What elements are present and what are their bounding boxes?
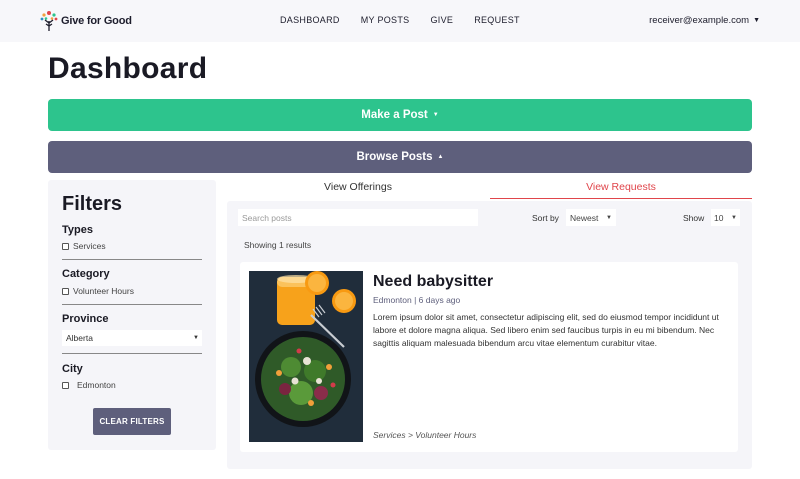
browse-posts-label: Browse Posts [356, 151, 433, 163]
filters-panel: Filters Types Services Category Voluntee… [48, 180, 216, 450]
post-image [249, 271, 363, 442]
make-post-button[interactable]: Make a Post ▼ [48, 99, 752, 131]
chevron-down-icon: ▼ [606, 214, 612, 221]
brand-logo[interactable]: Give for Good [40, 9, 132, 33]
show-label: Show [683, 213, 705, 223]
tree-logo-icon [40, 11, 58, 31]
nav-dashboard[interactable]: DASHBOARD [280, 15, 340, 25]
divider [62, 304, 202, 305]
results-panel: Sort by Newest ▼ Show 10 ▼ Showing 1 res… [227, 201, 752, 469]
caret-up-icon: ▲ [437, 154, 444, 160]
tab-view-offerings[interactable]: View Offerings [227, 178, 489, 199]
salad-photo-icon [249, 271, 363, 442]
divider [62, 259, 202, 260]
user-email: receiver@example.com [649, 15, 750, 26]
checkbox[interactable] [62, 242, 69, 250]
post-meta: Edmonton | 6 days ago [373, 295, 461, 305]
sort-selected: Newest [570, 212, 599, 223]
types-label: Types [62, 224, 93, 236]
show-selected: 10 [714, 212, 724, 223]
category-label: Category [62, 268, 110, 280]
chevron-down-icon: ▼ [753, 17, 760, 24]
post-card[interactable]: Need babysitter Edmonton | 6 days ago Lo… [240, 262, 738, 452]
nav-request[interactable]: REQUEST [474, 15, 520, 25]
browse-posts-button[interactable]: Browse Posts ▲ [48, 141, 752, 173]
chevron-down-icon: ▼ [731, 214, 737, 221]
brand-name: Give for Good [61, 15, 132, 27]
sort-label: Sort by [532, 213, 559, 223]
nav-my-posts[interactable]: MY POSTS [361, 15, 410, 25]
search-input[interactable] [238, 209, 478, 226]
main-nav: DASHBOARD MY POSTS GIVE REQUEST [280, 15, 541, 25]
make-post-label: Make a Post [361, 109, 428, 121]
chevron-down-icon: ▼ [193, 335, 199, 341]
checkbox[interactable] [62, 287, 69, 295]
view-tabs: View Offerings View Requests [227, 178, 752, 200]
checkbox[interactable] [62, 381, 69, 389]
page-title: Dashboard [48, 52, 208, 85]
tab-view-requests[interactable]: View Requests [490, 178, 752, 199]
city-label: City [62, 363, 83, 375]
divider [62, 353, 202, 354]
type-option-services[interactable]: Services [62, 241, 106, 251]
type-option-label: Services [73, 241, 106, 251]
post-description: Lorem ipsum dolor sit amet, consectetur … [373, 312, 719, 348]
user-menu[interactable]: receiver@example.com ▼ [649, 15, 760, 26]
nav-give[interactable]: GIVE [430, 15, 453, 25]
city-option-label: Edmonton [77, 380, 116, 390]
province-select[interactable]: Alberta ▼ [62, 330, 202, 346]
results-count: Showing 1 results [244, 240, 312, 250]
category-option-label: Volunteer Hours [73, 286, 134, 296]
province-label: Province [62, 313, 109, 325]
post-category-tag: Services > Volunteer Hours [373, 430, 477, 440]
city-option-edmonton[interactable]: Edmonton [62, 380, 116, 390]
category-option-volunteer-hours[interactable]: Volunteer Hours [62, 286, 134, 296]
sort-select[interactable]: Newest ▼ [566, 209, 616, 226]
clear-filters-button[interactable]: CLEAR FILTERS [93, 408, 171, 435]
show-count-select[interactable]: 10 ▼ [711, 209, 740, 226]
top-navbar: Give for Good DASHBOARD MY POSTS GIVE RE… [0, 0, 800, 42]
filters-title: Filters [62, 193, 123, 215]
caret-down-icon: ▼ [432, 112, 439, 118]
post-title[interactable]: Need babysitter [373, 273, 493, 291]
province-selected: Alberta [66, 333, 93, 343]
